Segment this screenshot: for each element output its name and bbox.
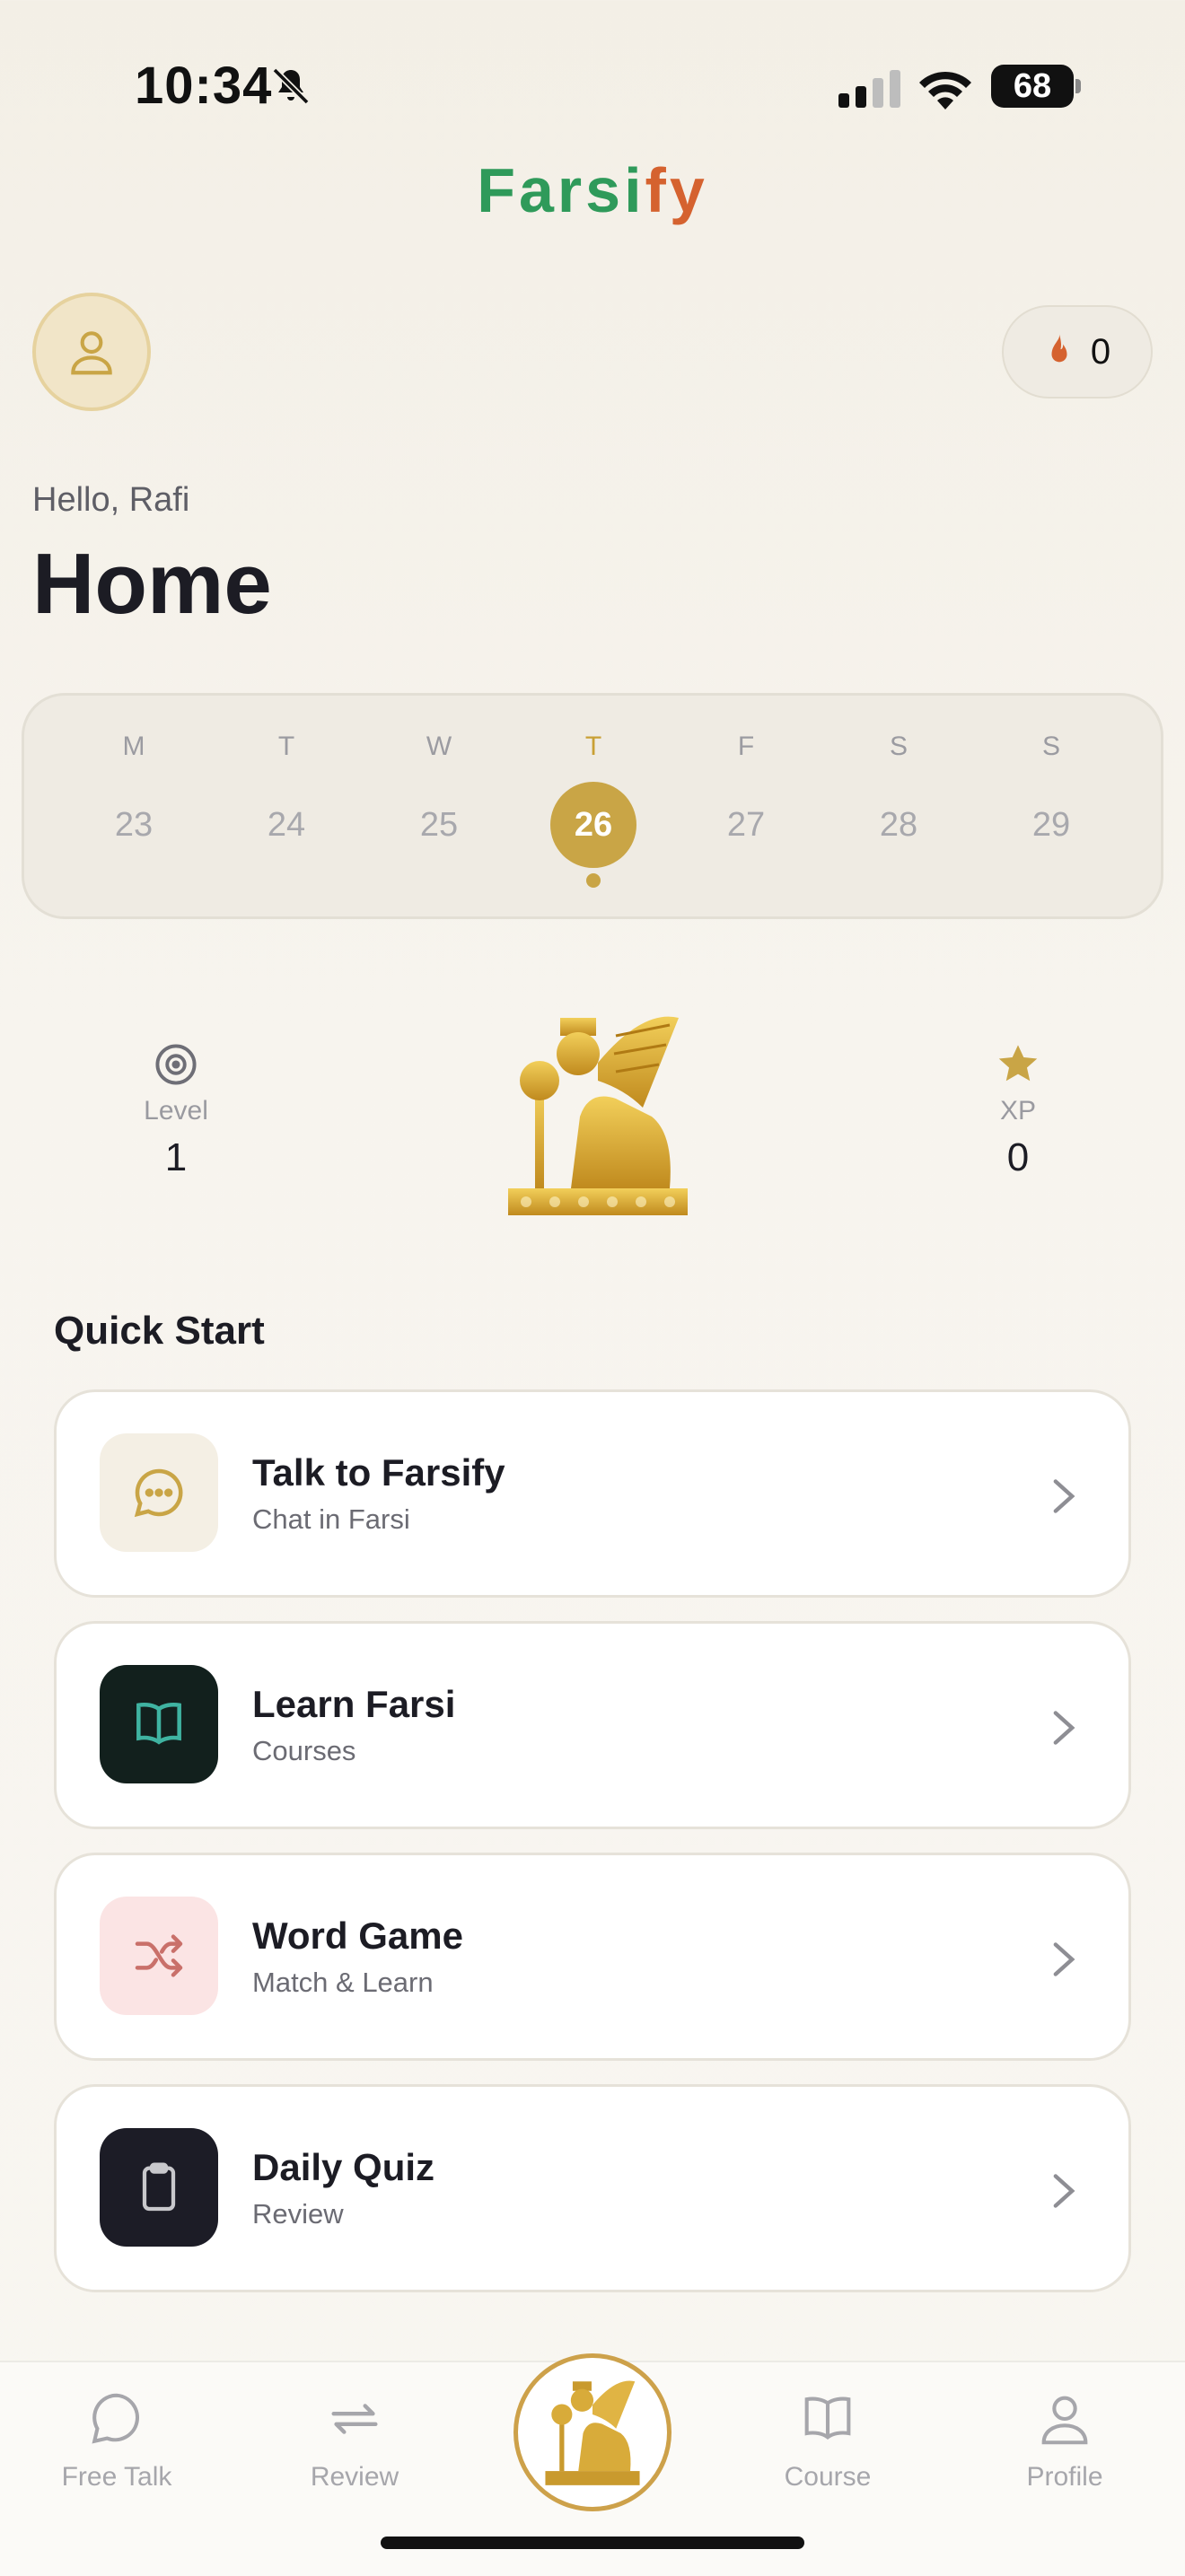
tab-course[interactable]: Course bbox=[738, 2388, 917, 2493]
star-icon bbox=[998, 1045, 1038, 1082]
status-time: 10:34 bbox=[135, 57, 273, 115]
bell-muted-icon bbox=[272, 67, 310, 105]
person-icon bbox=[1041, 2396, 1088, 2445]
day-number: 28 bbox=[879, 806, 918, 844]
card-title: Talk to Farsify bbox=[252, 1451, 505, 1494]
quick-start-heading: Quick Start bbox=[54, 1309, 265, 1353]
card-title: Daily Quiz bbox=[252, 2146, 435, 2188]
level-label: Level bbox=[144, 1096, 208, 1126]
day-letter: F bbox=[737, 732, 755, 761]
chat-bubble-icon bbox=[100, 1433, 218, 1552]
repeat-icon bbox=[331, 2404, 378, 2434]
chevron-right-icon bbox=[1053, 1942, 1075, 1976]
day-number: 26 bbox=[550, 782, 636, 868]
activity-dot bbox=[586, 873, 601, 888]
target-icon bbox=[155, 1044, 197, 1085]
book-icon bbox=[100, 1665, 218, 1783]
book-icon bbox=[804, 2396, 851, 2440]
flame-icon bbox=[1051, 334, 1067, 363]
card-talk-to-farsify[interactable]: Talk to Farsify Chat in Farsi bbox=[54, 1389, 1131, 1598]
week-strip: M 23 T 24 W 25 T 26 F 27 S 28 S 29 bbox=[22, 693, 1163, 919]
home-tab-mascot-button[interactable] bbox=[514, 2353, 672, 2511]
day-number: 29 bbox=[1031, 806, 1071, 844]
card-word-game[interactable]: Word Game Match & Learn bbox=[54, 1853, 1131, 2061]
day-number: 24 bbox=[267, 806, 306, 844]
battery-indicator: 68 bbox=[991, 65, 1081, 108]
day-letter: W bbox=[426, 732, 452, 761]
day-number: 23 bbox=[114, 806, 154, 844]
day-letter: S bbox=[889, 732, 908, 761]
card-subtitle: Courses bbox=[252, 1735, 356, 1766]
brand-part-orange: fy bbox=[645, 155, 708, 225]
card-title: Learn Farsi bbox=[252, 1683, 456, 1725]
lamassu-mascot-icon bbox=[545, 2380, 640, 2485]
clipboard-icon bbox=[100, 2128, 218, 2247]
lamassu-mascot-icon bbox=[508, 1016, 688, 1215]
day-letter: T bbox=[277, 732, 295, 761]
streak-count: 0 bbox=[1090, 331, 1111, 372]
tab-label: Profile bbox=[1026, 2462, 1103, 2492]
tab-free-talk[interactable]: Free Talk bbox=[27, 2388, 206, 2493]
tab-label: Review bbox=[310, 2462, 399, 2492]
card-subtitle: Match & Learn bbox=[252, 1967, 434, 1998]
card-subtitle: Chat in Farsi bbox=[252, 1503, 410, 1535]
card-subtitle: Review bbox=[252, 2198, 344, 2230]
day-number: 27 bbox=[726, 806, 766, 844]
chat-icon bbox=[92, 2393, 140, 2444]
signal-icon bbox=[838, 70, 900, 108]
card-daily-quiz[interactable]: Daily Quiz Review bbox=[54, 2084, 1131, 2292]
brand-part-green: Farsi bbox=[477, 155, 645, 225]
shuffle-icon bbox=[100, 1897, 218, 2015]
chevron-right-icon bbox=[1053, 1479, 1075, 1513]
tab-review[interactable]: Review bbox=[265, 2388, 444, 2493]
page-title: Home bbox=[32, 536, 272, 632]
greeting: Hello, Rafi bbox=[32, 481, 190, 519]
person-icon bbox=[71, 331, 112, 375]
chevron-right-icon bbox=[1053, 2174, 1075, 2208]
tab-label: Course bbox=[784, 2462, 872, 2492]
xp-value: 0 bbox=[1006, 1135, 1030, 1179]
day-number: 25 bbox=[419, 806, 459, 844]
home-indicator[interactable] bbox=[381, 2537, 804, 2549]
day-letter: T bbox=[584, 732, 602, 761]
xp-label: XP bbox=[999, 1096, 1037, 1126]
avatar-button[interactable] bbox=[32, 293, 151, 411]
level-value: 1 bbox=[164, 1135, 188, 1179]
wifi-icon bbox=[919, 71, 971, 110]
card-learn-farsi[interactable]: Learn Farsi Courses bbox=[54, 1621, 1131, 1829]
tab-label: Free Talk bbox=[61, 2462, 172, 2492]
day-letter: S bbox=[1041, 732, 1060, 761]
streak-badge[interactable]: 0 bbox=[1002, 305, 1153, 399]
day-letter: M bbox=[122, 732, 145, 761]
level-stat: Level 1 bbox=[86, 1041, 266, 1180]
chevron-right-icon bbox=[1053, 1711, 1075, 1745]
tab-profile[interactable]: Profile bbox=[975, 2388, 1154, 2493]
card-title: Word Game bbox=[252, 1914, 463, 1957]
app-brand: Farsify bbox=[0, 154, 1185, 226]
xp-stat: XP 0 bbox=[928, 1041, 1108, 1180]
